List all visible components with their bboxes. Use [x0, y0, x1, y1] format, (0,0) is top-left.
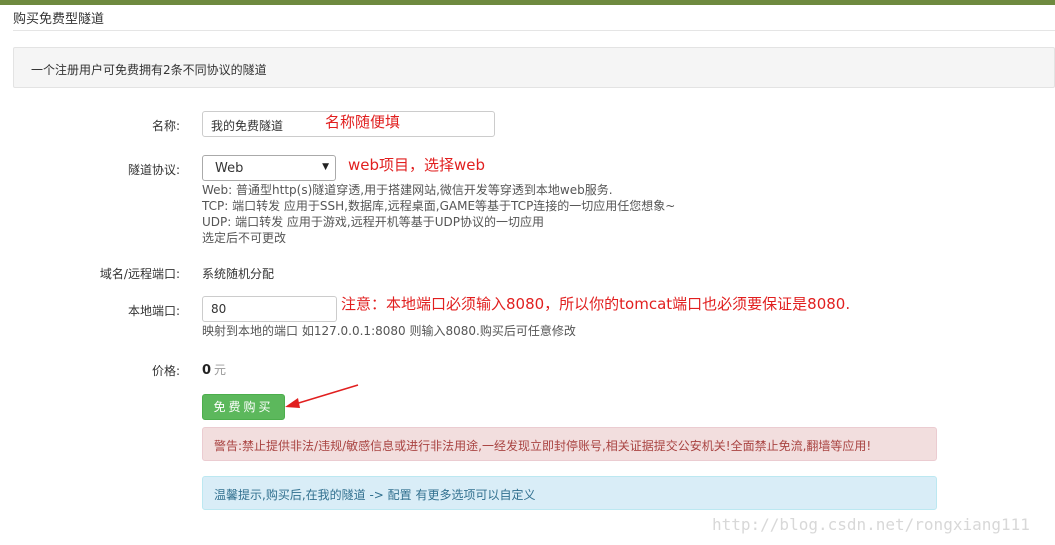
protocol-help-line: 选定后不可更改: [202, 231, 287, 245]
divider: [13, 30, 1055, 31]
name-annotation: 名称随便填: [325, 113, 401, 131]
protocol-label: 隧道协议:: [127, 163, 180, 177]
local-port-help: 映射到本地的端口 如127.0.0.1:8080 则输入8080.购买后可任意修…: [202, 324, 576, 338]
name-label: 名称:: [151, 119, 180, 133]
price-label: 价格:: [151, 364, 180, 378]
warning-alert: 警告:禁止提供非法/违规/敏感信息或进行非法用途,一经发现立即封停账号,相关证据…: [202, 427, 937, 461]
local-port-input[interactable]: 80: [202, 296, 337, 322]
protocol-help: Web: 普通型http(s)隧道穿透,用于搭建网站,微信开发等穿透到本地web…: [202, 182, 675, 246]
tip-alert: 温馨提示,购买后,在我的隧道 -> 配置 有更多选项可以自定义: [202, 476, 937, 510]
domain-value: 系统随机分配: [202, 267, 275, 281]
protocol-select[interactable]: Web ▼: [202, 155, 336, 181]
price-display: 0元: [202, 361, 226, 378]
page-title: 购买免费型隧道: [13, 12, 105, 27]
protocol-help-line: UDP: 端口转发 应用于游戏,远程开机等基于UDP协议的一切应用: [202, 215, 545, 229]
top-bar: [0, 0, 1055, 5]
domain-label: 域名/远程端口:: [99, 267, 180, 281]
tip-text: 温馨提示,购买后,在我的隧道 -> 配置 有更多选项可以自定义: [214, 488, 536, 502]
protocol-annotation: web项目，选择web: [348, 156, 486, 174]
protocol-help-line: TCP: 端口转发 应用于SSH,数据库,远程桌面,GAME等基于TCP连接的一…: [202, 199, 676, 213]
price-unit: 元: [214, 363, 227, 377]
info-text: 一个注册用户可免费拥有2条不同协议的隧道: [31, 63, 267, 77]
local-port-annotation: 注意：本地端口必须输入8080，所以你的tomcat端口也必须要保证是8080.: [341, 295, 851, 313]
warning-text: 警告:禁止提供非法/违规/敏感信息或进行非法用途,一经发现立即封停账号,相关证据…: [214, 439, 872, 453]
protocol-help-line: Web: 普通型http(s)隧道穿透,用于搭建网站,微信开发等穿透到本地web…: [202, 183, 613, 197]
red-arrow-icon: [285, 384, 359, 408]
watermark: http://blog.csdn.net/rongxiang111: [712, 515, 1030, 534]
chevron-down-icon: ▼: [322, 162, 329, 172]
local-port-label: 本地端口:: [127, 304, 180, 318]
price-value: 0: [202, 363, 212, 378]
buy-free-button[interactable]: 免费购买: [202, 394, 285, 420]
protocol-selected-value: Web: [215, 161, 244, 176]
info-banner: 一个注册用户可免费拥有2条不同协议的隧道: [13, 47, 1055, 88]
